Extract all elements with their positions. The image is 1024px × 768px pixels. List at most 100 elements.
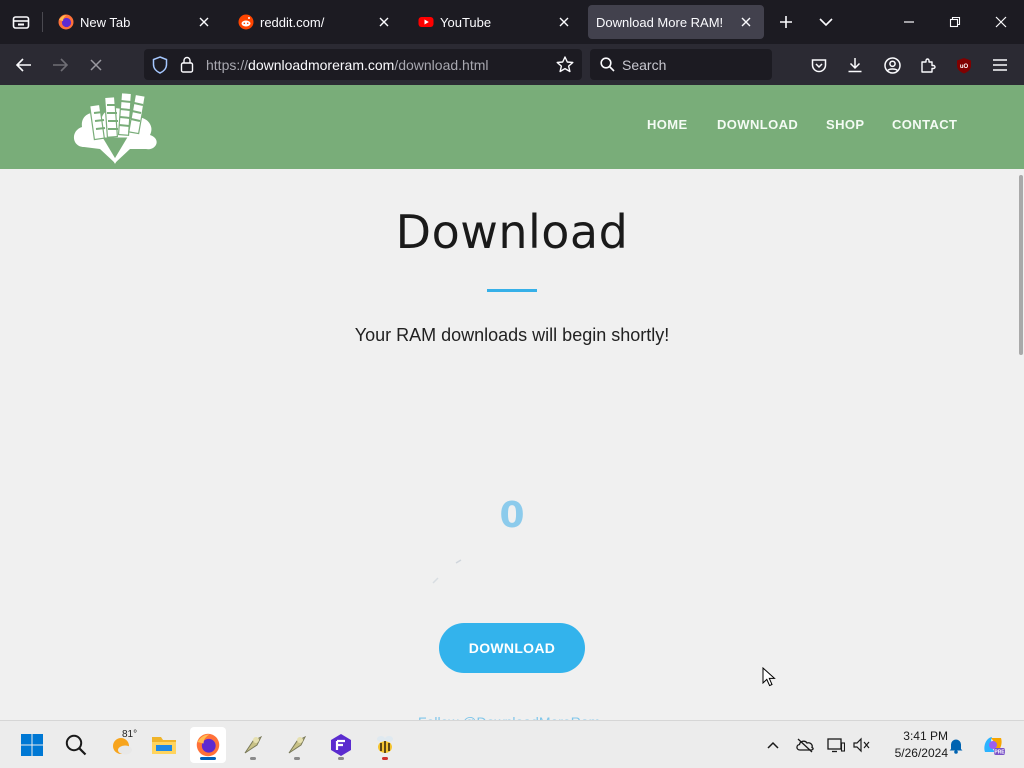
tab-separator bbox=[42, 12, 43, 32]
close-icon[interactable] bbox=[552, 10, 576, 34]
chevron-up-icon bbox=[767, 741, 779, 749]
search-placeholder: Search bbox=[622, 57, 667, 73]
firefox-view-icon bbox=[12, 16, 30, 29]
url-text[interactable]: https://downloadmoreram.com/download.htm… bbox=[206, 57, 489, 73]
pinned-app-icon bbox=[288, 735, 307, 754]
download-link-partial[interactable]: Follow @DownloadMoreRam bbox=[418, 712, 618, 720]
extensions-button[interactable] bbox=[913, 50, 943, 80]
reddit-icon bbox=[238, 14, 254, 30]
bee-app-icon bbox=[377, 736, 393, 753]
youtube-icon bbox=[418, 17, 434, 27]
ublock-origin-button[interactable]: uO bbox=[949, 50, 979, 80]
tab-title: New Tab bbox=[80, 14, 131, 30]
tab-title: reddit.com/ bbox=[260, 14, 325, 30]
running-indicator bbox=[338, 757, 344, 760]
loading-spinner-icon bbox=[432, 559, 462, 584]
tab-youtube[interactable]: YouTube bbox=[406, 5, 582, 39]
chevron-down-icon bbox=[819, 18, 833, 27]
running-indicator bbox=[250, 757, 256, 760]
downloads-button[interactable] bbox=[840, 50, 870, 80]
minimize-button[interactable] bbox=[895, 8, 923, 36]
search-button[interactable] bbox=[58, 727, 94, 763]
download-icon bbox=[848, 58, 862, 73]
pinned-app-icon bbox=[244, 735, 263, 754]
star-icon[interactable] bbox=[556, 56, 574, 73]
menu-button[interactable] bbox=[985, 50, 1015, 80]
nav-link-shop[interactable]: SHOP bbox=[826, 117, 864, 132]
nav-link-home[interactable]: HOME bbox=[647, 117, 688, 132]
running-indicator bbox=[294, 757, 300, 760]
back-button[interactable] bbox=[9, 50, 39, 80]
url-scheme: https:// bbox=[206, 57, 249, 73]
file-explorer-button[interactable] bbox=[146, 727, 182, 763]
firefox-icon bbox=[196, 733, 220, 757]
download-more-ram-logo[interactable] bbox=[70, 89, 160, 167]
url-bar[interactable]: https://downloadmoreram.com/download.htm… bbox=[144, 49, 582, 80]
close-icon[interactable] bbox=[192, 10, 216, 34]
svg-text:uO: uO bbox=[960, 64, 969, 70]
tab-download-more-ram[interactable]: Download More RAM! bbox=[588, 5, 764, 39]
pocket-icon bbox=[811, 58, 827, 72]
page-title: Download bbox=[395, 205, 629, 259]
copilot-button[interactable]: PRE bbox=[980, 735, 1006, 756]
search-icon bbox=[65, 734, 87, 756]
page-viewport: HOME DOWNLOAD SHOP CONTACT Download Your… bbox=[0, 85, 1024, 720]
download-button[interactable]: DOWNLOAD bbox=[439, 623, 585, 673]
close-icon[interactable] bbox=[372, 10, 396, 34]
search-bar[interactable]: Search bbox=[590, 49, 772, 80]
account-icon bbox=[883, 56, 901, 74]
forward-button[interactable] bbox=[45, 50, 75, 80]
app-taskbar-button-4[interactable] bbox=[367, 727, 403, 763]
minimize-icon bbox=[904, 21, 914, 23]
page-subtitle: Your RAM downloads will begin shortly! bbox=[354, 325, 670, 345]
title-divider bbox=[487, 289, 537, 292]
windows-icon bbox=[21, 734, 43, 756]
nav-link-download[interactable]: DOWNLOAD bbox=[717, 117, 798, 132]
firefox-view-button[interactable] bbox=[0, 0, 42, 44]
list-all-tabs-button[interactable] bbox=[812, 8, 840, 36]
hamburger-menu-icon bbox=[993, 59, 1007, 71]
navigation-toolbar: https://downloadmoreram.com/download.htm… bbox=[0, 44, 1024, 85]
lock-icon[interactable] bbox=[180, 56, 194, 73]
app-taskbar-button-2[interactable] bbox=[279, 727, 315, 763]
new-tab-button[interactable] bbox=[772, 8, 800, 36]
weather-temperature: 81° bbox=[122, 729, 138, 740]
url-path: /download.html bbox=[394, 57, 489, 73]
svg-text:PRE: PRE bbox=[994, 750, 1005, 756]
tab-new-tab[interactable]: New Tab bbox=[46, 5, 222, 39]
clock-time: 3:41 PM bbox=[903, 729, 948, 743]
speaker-muted-icon bbox=[853, 737, 870, 753]
start-button[interactable] bbox=[14, 727, 50, 763]
tab-bar: New Tab reddit.com/ YouTube Download Mor… bbox=[0, 0, 1024, 44]
nav-link-contact[interactable]: CONTACT bbox=[892, 117, 957, 132]
tab-reddit[interactable]: reddit.com/ bbox=[226, 5, 402, 39]
restore-button[interactable] bbox=[941, 8, 969, 36]
show-hidden-icons-button[interactable] bbox=[763, 735, 783, 755]
system-clock[interactable]: 3:41 PM 5/26/2024 bbox=[878, 728, 948, 762]
app-taskbar-button-1[interactable] bbox=[235, 727, 271, 763]
tab-title: Download More RAM! bbox=[596, 14, 724, 30]
app-taskbar-button-3[interactable] bbox=[323, 727, 359, 763]
stop-loading-button[interactable] bbox=[81, 50, 111, 80]
onedrive-tray-icon[interactable] bbox=[795, 735, 815, 755]
running-indicator bbox=[382, 757, 388, 760]
notifications-button[interactable] bbox=[946, 735, 966, 755]
plus-icon bbox=[780, 16, 792, 28]
bell-icon bbox=[949, 739, 963, 754]
close-icon[interactable] bbox=[734, 10, 758, 34]
account-button[interactable] bbox=[877, 50, 907, 80]
arrow-right-icon bbox=[53, 58, 68, 72]
display-tray-icon[interactable] bbox=[826, 735, 846, 755]
pocket-button[interactable] bbox=[804, 50, 834, 80]
shield-icon[interactable] bbox=[152, 56, 168, 74]
copilot-icon: PRE bbox=[984, 737, 1005, 756]
close-icon bbox=[90, 59, 102, 71]
firefox-taskbar-button[interactable] bbox=[190, 727, 226, 763]
volume-tray-icon[interactable] bbox=[852, 735, 872, 755]
windows-taskbar: 81° 3:41 PM 5/26/2024 PRE bbox=[0, 720, 1024, 768]
active-indicator bbox=[200, 757, 216, 760]
restore-icon bbox=[949, 16, 961, 28]
close-window-button[interactable] bbox=[987, 8, 1015, 36]
ublock-origin-icon: uO bbox=[957, 57, 971, 73]
site-header: HOME DOWNLOAD SHOP CONTACT bbox=[0, 85, 1024, 169]
